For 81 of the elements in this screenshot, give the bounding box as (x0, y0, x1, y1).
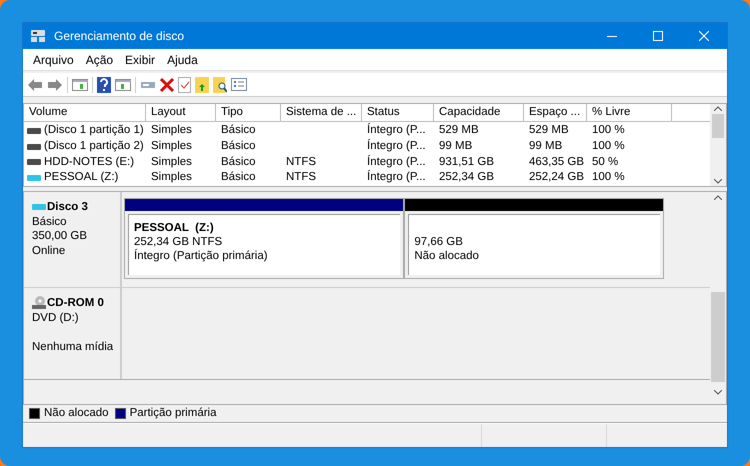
disk-name: Disco 3 (47, 200, 88, 214)
table-cell-text: 931,51 GB (439, 154, 494, 170)
panel-icon[interactable] (72, 78, 88, 92)
legend-label: Partição primária (130, 406, 216, 421)
cd-drive-icon (32, 296, 46, 310)
scrollbar[interactable] (710, 104, 726, 186)
partition-title: PESSOAL (Z:) (134, 221, 215, 235)
table-cell-text: HDD-NOTES (E:) (44, 154, 134, 170)
disk-info: Online (32, 244, 66, 258)
partition-info: 252,34 GB NTFS (134, 235, 224, 249)
column-header[interactable]: Status (362, 104, 434, 122)
disk-management-icon (30, 29, 46, 43)
scroll-down-icon[interactable] (714, 390, 722, 395)
table-cell-text: Básico (221, 170, 256, 186)
table-cell-text: Básico (221, 123, 256, 138)
column-header[interactable]: Espaço ... (524, 104, 587, 122)
table-cell-text: 99 MB (439, 138, 472, 154)
table-cell-text: Íntegro (P... (367, 122, 426, 138)
partition-info: 97,66 GB (414, 235, 464, 249)
drive-icon (32, 204, 46, 210)
scroll-up-icon[interactable] (714, 106, 722, 111)
partition-info: Íntegro (Partição primária) (134, 249, 269, 263)
column-header[interactable]: Sistema de ... (281, 104, 362, 122)
table-cell-text: 100 % (592, 138, 625, 154)
scroll-thumb[interactable] (711, 292, 725, 382)
partition[interactable]: PESSOAL (Z:) 252,34 GB NTFS Íntegro (Partição primária) (124, 198, 404, 279)
table-cell-text: 252,24 GB (529, 170, 584, 186)
maximize-icon (653, 31, 663, 41)
table-cell-text: Simples (151, 170, 192, 186)
scroll-down-icon[interactable] (714, 179, 722, 184)
disk-name: CD-ROM 0 (47, 296, 104, 310)
close-icon (699, 31, 709, 41)
menu-item[interactable]: Exibir (119, 49, 162, 70)
table-cell-text: Básico (221, 138, 256, 154)
disk-info: 350,00 GB (32, 229, 88, 244)
delete-icon[interactable] (160, 78, 174, 92)
table-cell-text: Íntegro (P... (367, 154, 426, 170)
column-header[interactable]: Layout (146, 104, 216, 122)
table-cell-text: Íntegro (P... (367, 169, 426, 186)
legend-label: Não alocado (44, 406, 109, 421)
table-cell-text: Básico (221, 154, 256, 170)
disk-info: DVD (D:) (32, 310, 80, 325)
table-cell-text: PESSOAL (Z:) (44, 170, 118, 186)
table-cell-text: 463,35 GB (529, 154, 584, 170)
folder-search-icon[interactable] (213, 76, 227, 92)
folder-up-icon[interactable] (195, 76, 209, 92)
table-cell-text: (Disco 1 partição 2) (44, 138, 144, 154)
partition[interactable]: 97,66 GB Não alocado (404, 198, 664, 279)
column-header[interactable]: Capacidade (434, 104, 524, 122)
column-header[interactable]: % Livre (587, 104, 672, 122)
window-title: Gerenciamento de disco (54, 28, 184, 45)
table-cell-text: Simples (151, 138, 192, 154)
menu-item[interactable]: Ajuda (161, 49, 204, 70)
table-cell-text: 100 % (592, 123, 625, 138)
column-header[interactable]: Volume (24, 104, 146, 122)
disk-info: Básico (32, 214, 68, 229)
menu-item[interactable]: Ação (80, 49, 120, 70)
table-cell-text: Simples (151, 154, 192, 170)
table-cell-text: 252,34 GB (439, 170, 494, 186)
table-cell-text: Íntegro (P... (367, 138, 426, 154)
back-arrow-icon[interactable] (27, 78, 43, 92)
table-cell-text: 50 % (592, 154, 618, 170)
menu-item[interactable]: Arquivo (27, 49, 80, 70)
help-icon[interactable] (97, 76, 111, 92)
column-header[interactable]: Tipo (216, 104, 281, 122)
scroll-thumb[interactable] (712, 114, 724, 138)
panel-icon[interactable] (115, 78, 131, 92)
disk-info: Nenhuma mídia (32, 340, 114, 354)
table-cell-text: Simples (151, 123, 192, 138)
table-cell-text: 100 % (592, 170, 625, 186)
table-cell-text: 529 MB (439, 123, 479, 138)
scroll-up-icon[interactable] (714, 195, 722, 200)
table-cell-text: 529 MB (529, 123, 569, 138)
table-cell-text: NTFS (286, 154, 316, 170)
table-cell-text: (Disco 1 partição 1) (44, 123, 144, 138)
partition-info: Não alocado (414, 249, 480, 263)
table-cell-text: NTFS (286, 170, 316, 186)
table-cell-text: 99 MB (529, 138, 562, 154)
checklist-icon[interactable] (178, 76, 191, 92)
properties-icon[interactable] (231, 78, 247, 91)
forward-arrow-icon[interactable] (47, 78, 63, 92)
